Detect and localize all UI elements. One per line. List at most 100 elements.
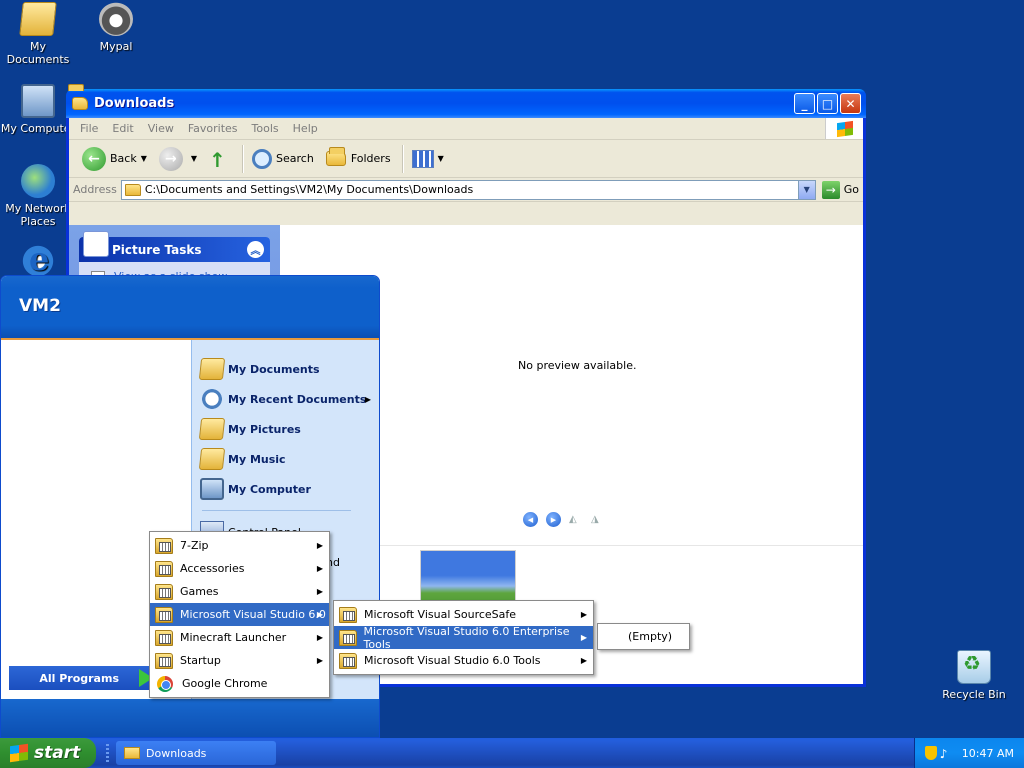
preview-controls: ◀ ▶ ◭ ◮ [523, 512, 613, 527]
chevron-right-icon: ▶ [364, 394, 371, 404]
program-games[interactable]: Games ▶ [150, 580, 329, 603]
chevron-down-icon[interactable]: ▼ [141, 154, 147, 163]
windows-flag-icon [10, 743, 28, 763]
program-startup[interactable]: Startup ▶ [150, 649, 329, 672]
all-programs-label: All Programs [39, 671, 119, 685]
security-shield-icon[interactable] [924, 746, 937, 760]
menu-view[interactable]: View [141, 122, 181, 135]
picture-tasks-icon [83, 231, 109, 257]
menu-tools[interactable]: Tools [245, 122, 286, 135]
start-item-label: My Pictures [228, 422, 301, 436]
all-programs-button[interactable]: All Programs [9, 666, 153, 690]
recent-documents-icon [200, 388, 224, 410]
program-label: Microsoft Visual Studio 6.0 Tools [364, 654, 541, 667]
desktop-icon-label: Recycle Bin [942, 688, 1006, 701]
clock[interactable]: 10:47 AM [962, 747, 1014, 760]
toolbar-separator [401, 144, 403, 173]
start-my-computer[interactable]: My Computer [192, 474, 379, 504]
start-menu-footer [1, 699, 379, 737]
program-accessories[interactable]: Accessories ▶ [150, 557, 329, 580]
menu-edit[interactable]: Edit [105, 122, 140, 135]
menu-favorites[interactable]: Favorites [181, 122, 245, 135]
chevron-down-icon[interactable]: ▼ [191, 154, 197, 163]
taskbar-app-label: Downloads [146, 746, 207, 760]
views-button[interactable]: ▼ [407, 144, 449, 174]
start-my-pictures[interactable]: My Pictures [192, 414, 379, 444]
address-value: C:\Documents and Settings\VM2\My Documen… [144, 183, 474, 196]
chevron-right-icon: ▶ [316, 610, 323, 619]
rotate-right-icon[interactable]: ◮ [591, 514, 605, 526]
vs-enterprise-tools[interactable]: Microsoft Visual Studio 6.0 Enterprise T… [334, 625, 593, 651]
my-pictures-icon [198, 418, 226, 440]
start-menu-divider [202, 510, 351, 511]
windows-flag-icon [836, 120, 853, 137]
close-button[interactable]: ✕ [840, 93, 861, 114]
previous-image-icon[interactable]: ◀ [523, 512, 538, 527]
rotate-left-icon[interactable]: ◭ [569, 514, 583, 526]
start-my-recent-documents[interactable]: My Recent Documents ▶ [192, 384, 379, 414]
my-documents-icon [19, 2, 57, 36]
toolbar: ← Back ▼ → ▼ ↑ Search Folders ▼ [69, 140, 863, 178]
address-dropdown-button[interactable]: ▼ [797, 180, 815, 199]
search-button[interactable]: Search [247, 144, 319, 174]
folders-button[interactable]: Folders [321, 144, 396, 174]
start-item-label: My Music [228, 452, 286, 466]
taskbar: start Downloads ♪ 10:47 AM [0, 738, 1024, 768]
maximize-button[interactable]: □ [817, 93, 838, 114]
start-my-documents[interactable]: My Documents [192, 354, 379, 384]
minimize-button[interactable]: _ [794, 93, 815, 114]
up-button[interactable]: ↑ [204, 144, 236, 174]
program-folder-icon [155, 652, 173, 669]
program-7zip[interactable]: 7-Zip ▶ [150, 534, 329, 557]
mypal-icon [99, 2, 133, 36]
network-icon [21, 164, 55, 198]
program-google-chrome[interactable]: Google Chrome [150, 672, 329, 695]
speaker-icon[interactable]: ♪ [940, 747, 954, 761]
menu-file[interactable]: File [73, 122, 105, 135]
go-arrow-icon: → [821, 180, 840, 199]
back-button[interactable]: ← Back ▼ [77, 144, 152, 174]
start-item-label: My Recent Documents [228, 392, 367, 406]
vs-tools[interactable]: Microsoft Visual Studio 6.0 Tools ▶ [334, 649, 593, 672]
chevron-right-icon: ▶ [316, 656, 323, 665]
internet-explorer-icon [21, 240, 55, 278]
start-menu-user: VM2 [1, 276, 379, 340]
collapse-icon[interactable]: ︽ [247, 241, 264, 258]
picture-tasks-header[interactable]: Picture Tasks ︽ [79, 231, 270, 262]
menu-help[interactable]: Help [286, 122, 325, 135]
program-visual-studio[interactable]: Microsoft Visual Studio 6.0 ▶ [150, 603, 329, 626]
windows-logo [825, 118, 863, 139]
taskbar-grip[interactable] [106, 744, 109, 762]
start-button[interactable]: start [0, 738, 96, 768]
address-input[interactable]: C:\Documents and Settings\VM2\My Documen… [120, 179, 816, 200]
picture-tasks-title: Picture Tasks [112, 242, 202, 257]
forward-button[interactable]: → ▼ [154, 144, 202, 174]
no-preview-text: No preview available. [518, 359, 637, 372]
empty-menu-item: (Empty) [628, 630, 673, 643]
program-label: Startup [180, 654, 221, 667]
next-image-icon[interactable]: ▶ [546, 512, 561, 527]
program-folder-icon [339, 629, 357, 646]
go-button[interactable]: → Go [821, 180, 859, 199]
chevron-down-icon[interactable]: ▼ [438, 154, 444, 163]
title-bar[interactable]: Downloads _ □ ✕ [66, 89, 866, 118]
program-label: Microsoft Visual Studio 6.0 [180, 608, 326, 621]
desktop-icon-my-documents[interactable]: My Documents [0, 2, 78, 66]
program-label: Google Chrome [182, 677, 268, 690]
program-minecraft-launcher[interactable]: Minecraft Launcher ▶ [150, 626, 329, 649]
forward-arrow-icon: → [158, 146, 183, 171]
taskbar-downloads[interactable]: Downloads [116, 741, 276, 765]
enterprise-tools-menu: (Empty) [597, 623, 690, 650]
folders-icon [325, 147, 346, 166]
search-label: Search [276, 152, 314, 165]
desktop-icon-recycle-bin[interactable]: Recycle Bin [934, 650, 1014, 701]
program-folder-icon [155, 606, 173, 623]
program-label: Microsoft Visual SourceSafe [364, 608, 517, 621]
folder-icon [124, 747, 140, 759]
vs-sourcesafe[interactable]: Microsoft Visual SourceSafe ▶ [334, 603, 593, 626]
start-my-music[interactable]: My Music [192, 444, 379, 474]
folder-icon [72, 97, 88, 110]
folders-label: Folders [350, 152, 391, 165]
desktop-icon-mypal[interactable]: Mypal [76, 2, 156, 53]
program-folder-icon [155, 629, 173, 646]
